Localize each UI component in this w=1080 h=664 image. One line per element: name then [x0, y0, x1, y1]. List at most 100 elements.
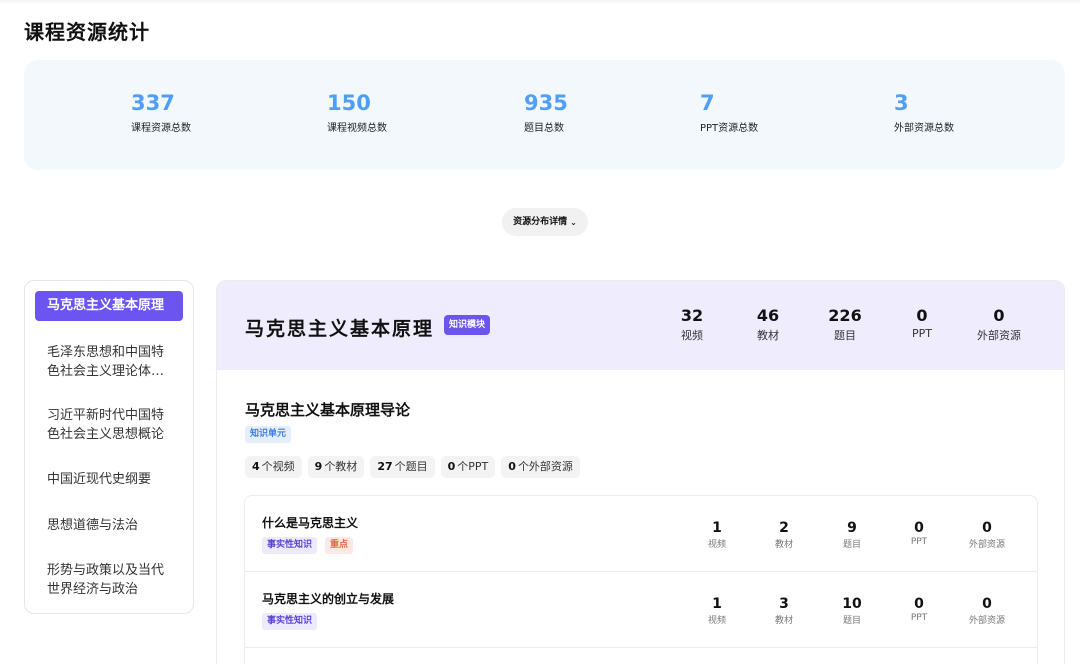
sidebar-item-modern-history[interactable]: 中国近现代史纲要	[35, 470, 183, 489]
item-stat-ppt: 0 PPT	[884, 596, 954, 623]
chip-value: 0	[508, 460, 516, 473]
page-title: 课程资源统计	[24, 20, 150, 44]
stat-label: 视频	[707, 616, 726, 626]
stat-label: 外部资源	[968, 540, 1005, 550]
stat-value: 935	[524, 91, 568, 115]
module-stat-ppt: 0 PPT	[887, 306, 957, 340]
chip-questions: 27 个题目	[370, 456, 435, 478]
chip-label: 个题目	[394, 460, 428, 473]
sidebar-item-label: 形势与政策以及当代世界经济与政治	[47, 563, 165, 597]
stat-value: 0	[914, 520, 924, 536]
dropdown-label: 资源分布详情	[513, 217, 568, 227]
item-title: 马克思主义的创立与发展	[262, 592, 395, 606]
item-stat-external: 0 外部资源	[952, 520, 1022, 550]
stat-course-videos: 150 课程视频总数	[327, 90, 387, 134]
list-item[interactable]: 什么是马克思主义 事实性知识 重点 1 视频 2 教材 9 题目 0 PPT 0…	[245, 496, 1037, 572]
stat-label: 外部资源	[977, 329, 1021, 342]
stat-value: 150	[327, 91, 371, 115]
stat-value: 46	[756, 306, 780, 325]
stat-label: 视频	[707, 540, 726, 550]
chip-videos: 4 个视频	[245, 456, 302, 478]
stat-value: 0	[993, 306, 1005, 325]
item-tag: 事实性知识	[262, 613, 318, 630]
stat-label: 课程视频总数	[327, 123, 387, 134]
stat-label: 题目	[842, 616, 861, 626]
chip-textbooks: 9 个教材	[307, 456, 365, 478]
sidebar-item-label: 毛泽东思想和中国特色社会主义理论体系概论	[47, 345, 165, 379]
sidebar-item-ethics-law[interactable]: 思想道德与法治	[35, 516, 183, 535]
stat-label: 教材	[757, 329, 779, 342]
stat-label: 题目	[834, 329, 856, 342]
item-stat-video: 1 视频	[682, 596, 752, 626]
knowledge-item-list: 什么是马克思主义 事实性知识 重点 1 视频 2 教材 9 题目 0 PPT 0…	[244, 495, 1038, 664]
item-stat-external: 0 外部资源	[952, 596, 1022, 626]
unit-summary-chips: 4 个视频 9 个教材 27 个题目 0 个PPT 0 个外部资源	[245, 456, 580, 478]
item-tags: 事实性知识	[262, 613, 318, 630]
sidebar-item-marxism-principles[interactable]: 马克思主义基本原理	[35, 291, 183, 321]
item-stat-textbook: 2 教材	[749, 520, 819, 550]
chip-value: 9	[314, 460, 323, 473]
stat-value: 0	[982, 596, 992, 612]
stat-label: 教材	[774, 616, 793, 626]
item-tag-key: 重点	[325, 537, 354, 554]
resource-distribution-dropdown[interactable]: 资源分布详情 ⌄	[502, 208, 588, 236]
sidebar-item-policy-economy[interactable]: 形势与政策以及当代世界经济与政治	[35, 561, 183, 599]
chip-label: 个PPT	[457, 460, 489, 473]
module-title: 马克思主义基本原理	[245, 318, 435, 340]
stat-value: 10	[842, 596, 862, 612]
item-stat-video: 1 视频	[682, 520, 752, 550]
stat-label: 题目	[842, 540, 861, 550]
stat-value: 0	[914, 596, 924, 612]
stat-label: PPT	[912, 327, 932, 340]
stat-value: 0	[916, 306, 928, 325]
stat-value: 3	[894, 91, 909, 115]
stat-course-resources: 337 课程资源总数	[131, 90, 191, 134]
stat-ppt: 7 PPT资源总数	[700, 90, 758, 134]
course-sidebar: 马克思主义基本原理 毛泽东思想和中国特色社会主义理论体系概论 习近平新时代中国特…	[24, 280, 194, 614]
sidebar-item-label: 思想道德与法治	[47, 518, 139, 533]
sidebar-item-mao-thought[interactable]: 毛泽东思想和中国特色社会主义理论体系概论	[35, 343, 183, 381]
chevron-down-icon: ⌄	[570, 217, 577, 227]
chip-value: 4	[252, 460, 260, 473]
stat-value: 1	[712, 596, 722, 612]
stat-external: 3 外部资源总数	[894, 90, 954, 134]
top-shadow	[0, 0, 1080, 4]
stat-label: 视频	[681, 329, 703, 342]
chip-label: 个外部资源	[517, 460, 573, 473]
stat-value: 7	[700, 91, 715, 115]
chip-value: 27	[377, 460, 393, 473]
list-item[interactable]: 马克思主义的创立与发展 事实性知识 1 视频 3 教材 10 题目 0 PPT …	[245, 572, 1037, 648]
module-tag: 知识模块	[444, 315, 491, 335]
sidebar-item-label: 习近平新时代中国特色社会主义思想概论	[47, 408, 165, 442]
unit-tag: 知识单元	[245, 426, 292, 443]
item-stat-ppt: 0 PPT	[884, 520, 954, 547]
item-tags: 事实性知识 重点	[262, 537, 354, 554]
stat-value: 1	[712, 520, 722, 536]
item-tag: 事实性知识	[262, 537, 318, 554]
module-stat-external: 0 外部资源	[964, 306, 1034, 343]
module-stat-textbook: 46 教材	[733, 306, 803, 343]
chip-label: 个教材	[324, 460, 358, 473]
stat-value: 9	[847, 520, 857, 536]
item-stat-questions: 9 题目	[817, 520, 887, 550]
stat-value: 337	[131, 91, 175, 115]
stat-label: PPT	[910, 613, 928, 623]
item-stat-textbook: 3 教材	[749, 596, 819, 626]
stat-value: 0	[982, 520, 992, 536]
sidebar-item-label: 马克思主义基本原理	[47, 298, 165, 313]
stat-label: 外部资源总数	[894, 123, 954, 134]
stat-label: 课程资源总数	[131, 123, 191, 134]
item-stat-questions: 10 题目	[817, 596, 887, 626]
stat-label: PPT资源总数	[700, 123, 759, 134]
sidebar-item-label: 中国近现代史纲要	[47, 472, 152, 487]
module-stat-questions: 226 题目	[810, 306, 880, 343]
summary-stats-card: 337 课程资源总数 150 课程视频总数 935 题目总数 7 PPT资源总数…	[24, 60, 1065, 170]
module-detail-panel: 马克思主义基本原理 知识模块 32 视频 46 教材 226 题目 0 PPT …	[216, 280, 1065, 664]
module-stat-video: 32 视频	[657, 306, 727, 343]
stat-value: 226	[828, 306, 862, 325]
module-header: 马克思主义基本原理 知识模块 32 视频 46 教材 226 题目 0 PPT …	[217, 281, 1064, 370]
stat-label: 题目总数	[524, 123, 564, 134]
sidebar-item-xi-thought[interactable]: 习近平新时代中国特色社会主义思想概论	[35, 406, 183, 444]
stat-value: 32	[680, 306, 704, 325]
chip-label: 个视频	[261, 460, 295, 473]
